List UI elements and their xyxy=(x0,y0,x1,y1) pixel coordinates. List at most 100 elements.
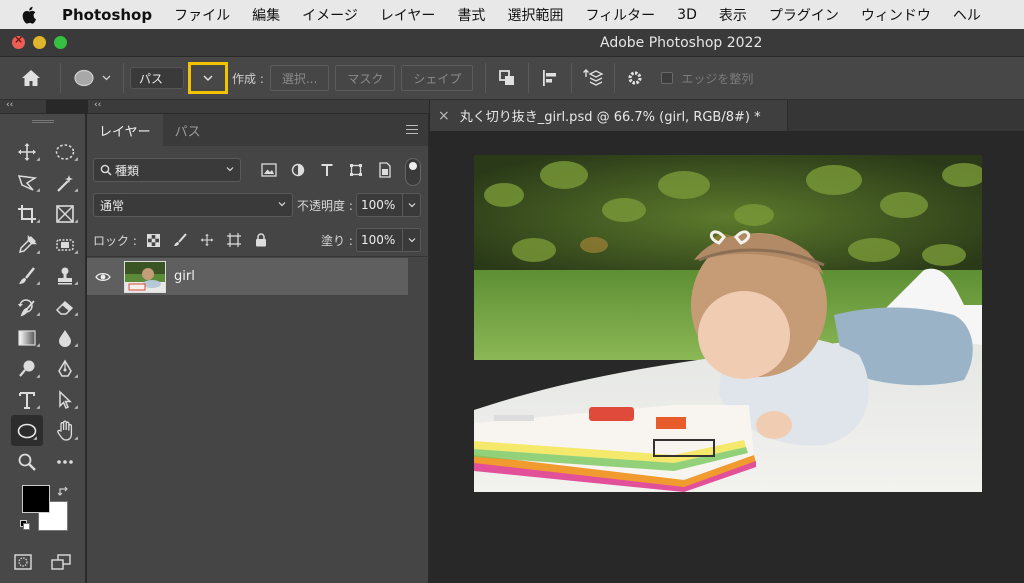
eraser-tool-icon[interactable] xyxy=(46,291,84,322)
lock-pixels-icon[interactable] xyxy=(172,231,188,249)
history-brush-icon[interactable] xyxy=(8,291,46,322)
chevron-down-icon xyxy=(408,238,416,243)
type-tool-icon[interactable] xyxy=(8,384,46,415)
layer-name[interactable]: girl xyxy=(174,269,195,284)
path-selection-icon[interactable] xyxy=(46,384,84,415)
collapse-panel-icon[interactable]: ‹‹ xyxy=(94,100,101,110)
home-icon[interactable] xyxy=(8,69,54,87)
chevron-down-icon xyxy=(408,203,416,208)
lock-all-icon[interactable] xyxy=(253,231,269,249)
crop-tool-icon[interactable] xyxy=(8,198,46,229)
menu-plugins[interactable]: プラグイン xyxy=(769,5,839,25)
ellipse-tool-icon[interactable] xyxy=(11,415,43,446)
hand-tool-icon[interactable] xyxy=(46,415,84,446)
make-mask-label: マスク xyxy=(347,71,384,86)
quick-mask-icon[interactable] xyxy=(4,546,42,577)
elliptical-marquee-icon[interactable] xyxy=(46,136,84,167)
path-arrangement-icon[interactable] xyxy=(578,68,608,88)
mac-menu-bar: Photoshop ファイル 編集 イメージ レイヤー 書式 選択範囲 フィルタ… xyxy=(0,0,1024,29)
zoom-window-button[interactable] xyxy=(54,36,67,49)
screen-mode-icon[interactable] xyxy=(42,546,80,577)
separator xyxy=(614,63,616,93)
menu-help[interactable]: ヘル xyxy=(953,5,981,25)
layer-filter-kind-select[interactable]: 種類 xyxy=(93,158,241,182)
close-document-icon[interactable]: × xyxy=(438,108,450,124)
edit-toolbar-icon[interactable] xyxy=(46,446,84,477)
minimize-window-button[interactable] xyxy=(33,36,46,49)
layer-filter-row: 種類 xyxy=(87,158,429,186)
menu-3d[interactable]: 3D xyxy=(677,7,697,23)
tool-mode-dropdown-button[interactable] xyxy=(188,62,228,94)
blend-mode-select[interactable]: 通常 xyxy=(93,193,293,217)
pixel-layer-filter-icon[interactable] xyxy=(259,160,279,180)
magic-wand-icon[interactable] xyxy=(46,167,84,198)
zoom-tool-icon[interactable] xyxy=(8,446,46,477)
gradient-tool-icon[interactable] xyxy=(8,322,46,353)
toolbar-grip[interactable] xyxy=(32,120,54,123)
tool-mode-select[interactable]: パス xyxy=(130,67,184,89)
foreground-color-swatch[interactable] xyxy=(22,485,50,513)
panel-menu-icon[interactable] xyxy=(406,125,418,134)
menu-type[interactable]: 書式 xyxy=(457,5,485,25)
layer-thumbnail[interactable] xyxy=(124,260,166,293)
default-colors-icon[interactable] xyxy=(20,520,30,530)
layer-filter-kind-value: 種類 xyxy=(115,163,140,178)
document-tab-title[interactable]: 丸く切り抜き_girl.psd @ 66.7% (girl, RGB/8#) * xyxy=(460,106,761,125)
layer-visibility-toggle[interactable] xyxy=(87,272,119,282)
spot-healing-brush-icon[interactable] xyxy=(46,229,84,260)
align-edges-checkbox[interactable] xyxy=(661,72,674,84)
polygonal-lasso-icon[interactable] xyxy=(8,167,46,198)
tab-paths[interactable]: パス xyxy=(163,114,213,146)
pen-tool-icon[interactable] xyxy=(46,353,84,384)
close-window-button[interactable] xyxy=(12,33,25,49)
menu-image[interactable]: イメージ xyxy=(302,5,358,25)
default-white-swatch xyxy=(23,523,30,530)
swap-colors-icon[interactable] xyxy=(57,486,70,501)
make-mask-button[interactable]: マスク xyxy=(335,65,396,91)
adjustment-layer-filter-icon[interactable] xyxy=(288,160,308,180)
move-tool-icon[interactable] xyxy=(8,136,46,167)
blur-tool-icon[interactable] xyxy=(46,322,84,353)
lock-position-icon[interactable] xyxy=(199,231,215,249)
chevron-down-icon xyxy=(226,167,234,172)
lock-transparency-icon[interactable] xyxy=(145,231,161,249)
menu-select[interactable]: 選択範囲 xyxy=(507,5,563,25)
layer-filter-toggle[interactable] xyxy=(405,158,421,186)
opacity-input[interactable]: 100% xyxy=(356,193,403,217)
collapse-toolbar-icon[interactable]: ‹‹ xyxy=(6,100,13,110)
make-selection-button[interactable]: 選択... xyxy=(269,65,330,91)
path-alignment-icon[interactable] xyxy=(535,69,565,87)
toolbar-collapse-strip[interactable]: ‹‹ xyxy=(0,100,46,114)
blend-mode-value: 通常 xyxy=(100,198,125,213)
menu-app-photoshop[interactable]: Photoshop xyxy=(62,6,152,24)
menu-layer[interactable]: レイヤー xyxy=(380,5,436,25)
fill-dropdown-button[interactable] xyxy=(403,228,421,252)
menu-file[interactable]: ファイル xyxy=(174,5,230,25)
make-shape-button[interactable]: シェイプ xyxy=(401,65,474,91)
brush-tool-icon[interactable] xyxy=(8,260,46,291)
document-tab[interactable]: × 丸く切り抜き_girl.psd @ 66.7% (girl, RGB/8#)… xyxy=(430,100,788,131)
frame-tool-icon[interactable] xyxy=(46,198,84,229)
menu-view[interactable]: 表示 xyxy=(719,5,747,25)
opacity-dropdown-button[interactable] xyxy=(403,193,421,217)
tab-layers[interactable]: レイヤー xyxy=(87,114,163,146)
canvas-image[interactable] xyxy=(474,155,982,492)
menu-window[interactable]: ウィンドウ xyxy=(861,5,931,25)
type-layer-filter-icon[interactable] xyxy=(317,160,337,180)
apple-icon[interactable] xyxy=(22,6,42,24)
layer-row[interactable]: girl xyxy=(87,258,408,295)
dodge-tool-icon[interactable] xyxy=(8,353,46,384)
smart-object-filter-icon[interactable] xyxy=(375,160,395,180)
panel-collapse-strip[interactable]: ‹‹ xyxy=(88,100,429,114)
path-operations-icon[interactable] xyxy=(492,69,522,87)
fill-input[interactable]: 100% xyxy=(356,228,403,252)
ellipse-tool-preset-picker[interactable] xyxy=(67,68,117,88)
gear-icon[interactable] xyxy=(621,69,649,87)
clone-stamp-icon[interactable] xyxy=(46,260,84,291)
menu-edit[interactable]: 編集 xyxy=(252,5,280,25)
create-label: 作成 : xyxy=(232,71,264,86)
eyedropper-icon[interactable] xyxy=(8,229,46,260)
lock-artboard-icon[interactable] xyxy=(226,231,242,249)
shape-layer-filter-icon[interactable] xyxy=(346,160,366,180)
menu-filter[interactable]: フィルター xyxy=(585,5,655,25)
